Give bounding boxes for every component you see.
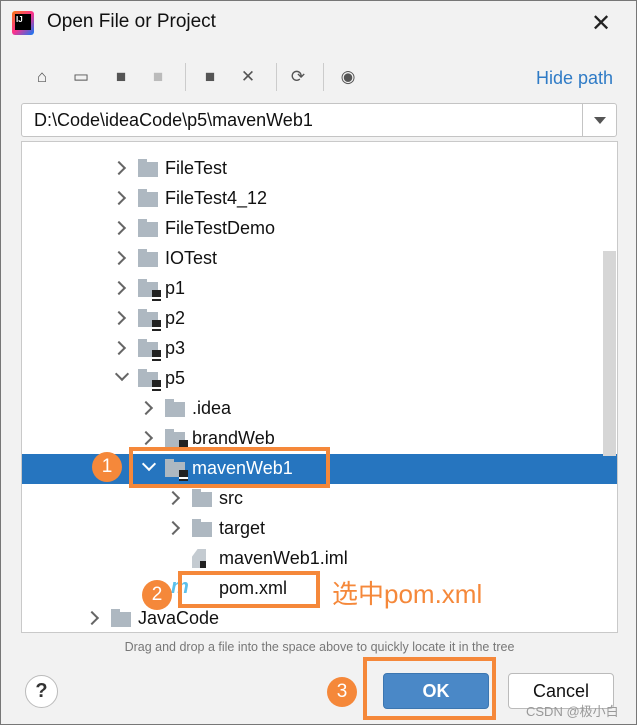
tree-row-label: FileTest4_12 <box>165 188 268 208</box>
tree-row-label: p5 <box>165 368 186 388</box>
chevron-right-icon[interactable] <box>111 280 127 296</box>
chevron-right-icon[interactable] <box>111 250 127 266</box>
new-folder-icon[interactable]: ■ <box>198 65 222 89</box>
help-button[interactable]: ? <box>25 675 58 708</box>
chevron-right-icon[interactable] <box>111 340 127 356</box>
toolbar-divider <box>185 63 186 91</box>
project-folder-icon[interactable]: ■ <box>109 65 133 89</box>
tree-row-label: JavaCode <box>138 608 220 628</box>
toolbar-divider <box>323 63 324 91</box>
tree-row[interactable]: src <box>22 484 604 514</box>
folder-icon <box>192 489 212 507</box>
step-badge-1: 1 <box>92 452 122 482</box>
module-folder-icon <box>138 279 161 301</box>
tree-row-label: FileTest <box>165 158 228 178</box>
tree-row-label: IOTest <box>165 248 218 268</box>
tree-row[interactable]: p5 <box>22 364 604 394</box>
chevron-right-icon[interactable] <box>84 610 100 626</box>
drag-drop-hint: Drag and drop a file into the space abov… <box>124 640 515 654</box>
tree-row-label: p1 <box>165 278 186 298</box>
chevron-right-icon[interactable] <box>111 220 127 236</box>
close-icon[interactable]: ✕ <box>591 9 611 38</box>
watermark: CSDN @极小白 <box>526 704 619 719</box>
folder-icon <box>111 609 131 627</box>
module-folder-icon <box>165 429 188 451</box>
tree-row[interactable]: IOTest <box>22 244 604 274</box>
chevron-right-icon[interactable] <box>111 310 127 326</box>
step-badge-3: 3 <box>327 677 357 707</box>
tree-row[interactable]: p3 <box>22 334 604 364</box>
module-folder-icon <box>138 369 161 391</box>
file-tree[interactable]: FileTest FileTest4_12 FileTestDemo IOTest p1… <box>21 141 618 633</box>
folder-icon <box>138 159 158 177</box>
step-badge-2: 2 <box>142 580 172 610</box>
tree-row[interactable]: p1 <box>22 274 604 304</box>
tree-row[interactable]: FileTest <box>22 154 604 184</box>
chevron-right-icon[interactable] <box>111 160 127 176</box>
tree-row-label: src <box>219 488 243 508</box>
folder-icon <box>138 189 158 207</box>
tree-scrollbar[interactable] <box>603 251 616 456</box>
chevron-right-icon[interactable] <box>138 400 154 416</box>
tree-row[interactable]: p2 <box>22 304 604 334</box>
folder-icon <box>138 249 158 267</box>
desktop-icon[interactable]: ▭ <box>69 65 93 89</box>
chevron-right-icon[interactable] <box>165 520 181 536</box>
tree-row-label: .idea <box>192 398 232 418</box>
chevron-down-icon[interactable] <box>114 366 130 382</box>
chevron-right-icon[interactable] <box>165 490 181 506</box>
path-value[interactable]: D:\Code\ideaCode\p5\mavenWeb1 <box>34 110 313 131</box>
iml-file-icon <box>192 549 206 568</box>
delete-icon[interactable]: ✕ <box>236 65 260 89</box>
tree-row[interactable]: .idea <box>22 394 604 424</box>
dialog-title: Open File or Project <box>47 11 216 32</box>
hide-path-link[interactable]: Hide path <box>536 68 613 89</box>
tree-row[interactable]: target <box>22 514 604 544</box>
tree-row-label: FileTestDemo <box>165 218 276 238</box>
tree-row[interactable]: mavenWeb1.iml <box>22 544 604 574</box>
tree-row-label: brandWeb <box>192 428 275 448</box>
annotation-box-3 <box>363 657 496 720</box>
module-folder-icon <box>138 339 161 361</box>
tree-row-label: p3 <box>165 338 186 358</box>
home-icon[interactable]: ⌂ <box>30 65 54 89</box>
tree-row-label: p2 <box>165 308 186 328</box>
folder-icon <box>165 399 185 417</box>
refresh-icon[interactable]: ⟳ <box>286 65 310 89</box>
folder-icon <box>192 519 212 537</box>
tree-row[interactable]: FileTestDemo <box>22 214 604 244</box>
folder-icon <box>138 219 158 237</box>
tree-row[interactable]: JavaCode <box>22 604 604 632</box>
module-folder-icon: ■ <box>152 67 164 86</box>
annotation-box-2 <box>178 571 320 608</box>
path-input[interactable]: D:\Code\ideaCode\p5\mavenWeb1 <box>21 103 617 137</box>
annotation-note: 选中pom.xml <box>332 579 483 609</box>
chevron-down-icon[interactable] <box>582 104 616 136</box>
tree-row[interactable]: FileTest4_12 <box>22 184 604 214</box>
tree-row-label: target <box>219 518 266 538</box>
toolbar-divider <box>276 63 277 91</box>
module-folder-icon <box>138 309 161 331</box>
show-hidden-icon[interactable]: ◉ <box>336 65 360 89</box>
chevron-right-icon[interactable] <box>138 430 154 446</box>
chevron-right-icon[interactable] <box>111 190 127 206</box>
annotation-box-1 <box>129 447 330 488</box>
intellij-logo: IJ <box>12 11 34 35</box>
tree-row-label: mavenWeb1.iml <box>219 548 348 568</box>
